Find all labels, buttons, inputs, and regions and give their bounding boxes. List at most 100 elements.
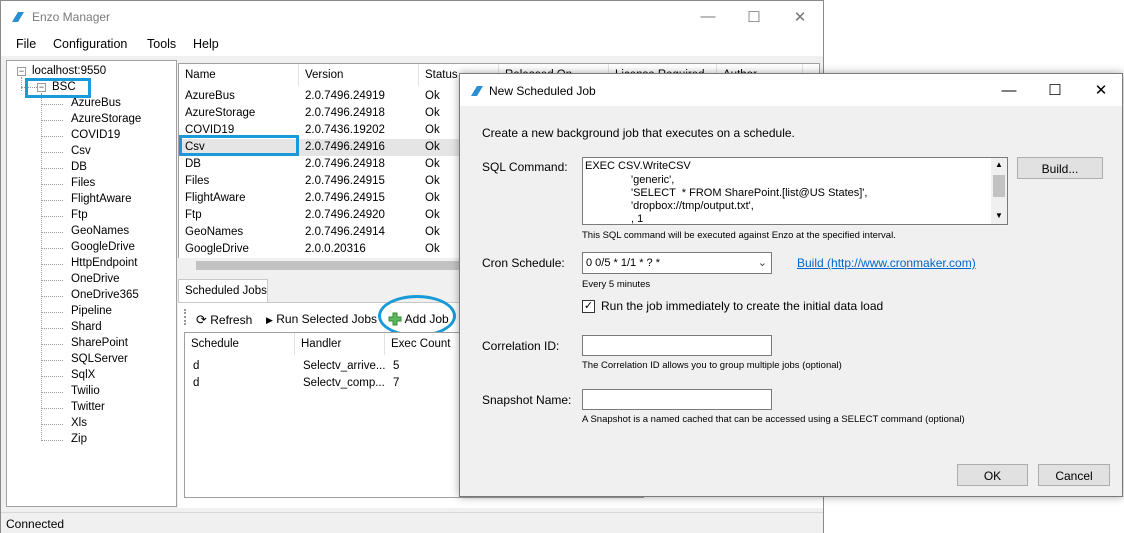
job-cell[interactable]: d: [193, 360, 199, 372]
table-cell[interactable]: 2.0.7436.19202: [305, 124, 385, 136]
tree-item-flightaware[interactable]: FlightAware: [71, 193, 132, 205]
snapshot-name-input[interactable]: [582, 389, 772, 410]
table-cell[interactable]: 2.0.7496.24918: [305, 107, 385, 119]
menu-help[interactable]: Help: [193, 37, 219, 51]
column-header-name[interactable]: Name: [179, 64, 299, 86]
play-icon: ▶: [266, 315, 273, 325]
table-cell[interactable]: GeoNames: [185, 226, 243, 238]
tree-item-ftp[interactable]: Ftp: [71, 209, 88, 221]
tree-item-sharepoint[interactable]: SharePoint: [71, 337, 128, 349]
menu-file[interactable]: File: [16, 37, 36, 51]
job-cell[interactable]: 7: [393, 377, 399, 389]
tree-item-sqlx[interactable]: SqlX: [71, 369, 95, 381]
tree-item-onedrive365[interactable]: OneDrive365: [71, 289, 139, 301]
menu-configuration[interactable]: Configuration: [53, 37, 127, 51]
collapse-icon[interactable]: −: [17, 67, 26, 76]
table-cell[interactable]: GoogleDrive: [185, 243, 249, 255]
minimize-icon[interactable]: —: [685, 1, 731, 32]
run-selected-jobs-button[interactable]: ▶ Run Selected Jobs: [266, 312, 377, 326]
tree-item-googledrive[interactable]: GoogleDrive: [71, 241, 135, 253]
job-cell[interactable]: d: [193, 377, 199, 389]
table-cell[interactable]: Ok: [425, 141, 440, 153]
table-cell[interactable]: Ok: [425, 90, 440, 102]
table-cell[interactable]: 2.0.0.20316: [305, 243, 366, 255]
table-cell[interactable]: Ok: [425, 192, 440, 204]
table-cell[interactable]: 2.0.7496.24919: [305, 90, 385, 102]
sql-command-textarea[interactable]: EXEC CSV.WriteCSV 'generic', 'SELECT * F…: [582, 157, 1008, 225]
table-cell[interactable]: Ok: [425, 158, 440, 170]
table-cell[interactable]: Ok: [425, 209, 440, 221]
tree-root[interactable]: localhost:9550: [32, 65, 106, 77]
table-cell[interactable]: AzureStorage: [185, 107, 255, 119]
table-cell[interactable]: Ftp: [185, 209, 202, 221]
minimize-icon[interactable]: —: [986, 74, 1032, 106]
tree-item-onedrive[interactable]: OneDrive: [71, 273, 120, 285]
table-cell[interactable]: 2.0.7496.24914: [305, 226, 385, 238]
status-bar: Connected: [1, 512, 823, 533]
run-immediately-checkbox[interactable]: ✓: [582, 300, 595, 313]
table-cell[interactable]: 2.0.7496.24916: [305, 141, 385, 153]
tree-item-twilio[interactable]: Twilio: [71, 385, 100, 397]
table-cell[interactable]: DB: [185, 158, 201, 170]
scroll-down-icon[interactable]: ▼: [995, 211, 1003, 220]
tree-item-sqlserver[interactable]: SQLServer: [71, 353, 128, 365]
menu-tools[interactable]: Tools: [147, 37, 176, 51]
column-header-schedule[interactable]: Schedule: [185, 333, 295, 355]
table-cell[interactable]: Ok: [425, 175, 440, 187]
table-cell[interactable]: 2.0.7496.24920: [305, 209, 385, 221]
job-cell[interactable]: Selectv_comp...: [303, 377, 385, 389]
scrollbar-thumb[interactable]: [196, 261, 466, 270]
scroll-up-icon[interactable]: ▲: [995, 160, 1003, 169]
refresh-button[interactable]: ⟳ Refresh: [196, 312, 252, 328]
csv-highlight: [179, 135, 299, 156]
dialog-title: New Scheduled Job: [489, 84, 596, 98]
tree-item-files[interactable]: Files: [71, 177, 95, 189]
table-cell[interactable]: Ok: [425, 243, 440, 255]
job-cell[interactable]: Selectv_arrive...: [303, 360, 385, 372]
cancel-button[interactable]: Cancel: [1038, 464, 1110, 486]
column-header-version[interactable]: Version: [299, 64, 419, 86]
tree-item-azurestorage[interactable]: AzureStorage: [71, 113, 141, 125]
tree-item-db[interactable]: DB: [71, 161, 87, 173]
new-scheduled-job-dialog: New Scheduled Job — ☐ ✕ Create a new bac…: [459, 73, 1123, 497]
table-cell[interactable]: 2.0.7496.24915: [305, 192, 385, 204]
table-cell[interactable]: Files: [185, 175, 209, 187]
tree-item-zip[interactable]: Zip: [71, 433, 87, 445]
tree-item-twitter[interactable]: Twitter: [71, 401, 105, 413]
table-cell[interactable]: 2.0.7496.24915: [305, 175, 385, 187]
maximize-icon[interactable]: ☐: [731, 1, 777, 32]
table-cell[interactable]: FlightAware: [185, 192, 246, 204]
tree-item-covid19[interactable]: COVID19: [71, 129, 120, 141]
enzo-logo-icon: [471, 86, 483, 96]
close-icon[interactable]: ✕: [777, 1, 823, 32]
table-cell[interactable]: Ok: [425, 107, 440, 119]
tree-item-httpendpoint[interactable]: HttpEndpoint: [71, 257, 138, 269]
tree-item-xls[interactable]: Xls: [71, 417, 87, 429]
job-cell[interactable]: 5: [393, 360, 399, 372]
tree-item-geonames[interactable]: GeoNames: [71, 225, 129, 237]
chevron-down-icon[interactable]: ⌄: [758, 256, 767, 269]
cron-schedule-select[interactable]: 0 0/5 * 1/1 * ? * ⌄: [582, 252, 772, 274]
correlation-id-label: Correlation ID:: [482, 339, 560, 353]
correlation-id-input[interactable]: [582, 335, 772, 356]
enzo-logo-icon: [12, 12, 24, 22]
tree-item-pipeline[interactable]: Pipeline: [71, 305, 112, 317]
adapter-tree[interactable]: − localhost:9550 − BSC AzureBus AzureStor…: [6, 60, 177, 507]
scrollbar-thumb[interactable]: [993, 175, 1005, 197]
dialog-intro: Create a new background job that execute…: [482, 126, 795, 140]
sql-scrollbar[interactable]: ▲ ▼: [991, 158, 1007, 224]
table-cell[interactable]: AzureBus: [185, 90, 235, 102]
tree-item-csv[interactable]: Csv: [71, 145, 91, 157]
close-icon[interactable]: ✕: [1078, 74, 1124, 106]
build-button[interactable]: Build...: [1017, 157, 1103, 179]
table-cell[interactable]: Ok: [425, 124, 440, 136]
cronmaker-link[interactable]: Build (http://www.cronmaker.com): [797, 256, 976, 270]
tree-item-shard[interactable]: Shard: [71, 321, 102, 333]
column-header-handler[interactable]: Handler: [295, 333, 385, 355]
table-cell[interactable]: 2.0.7496.24918: [305, 158, 385, 170]
ok-button[interactable]: OK: [957, 464, 1028, 486]
table-cell[interactable]: Ok: [425, 226, 440, 238]
tab-scheduled-jobs[interactable]: Scheduled Jobs: [178, 279, 268, 303]
tree-item-azurebus[interactable]: AzureBus: [71, 97, 121, 109]
maximize-icon[interactable]: ☐: [1032, 74, 1078, 106]
